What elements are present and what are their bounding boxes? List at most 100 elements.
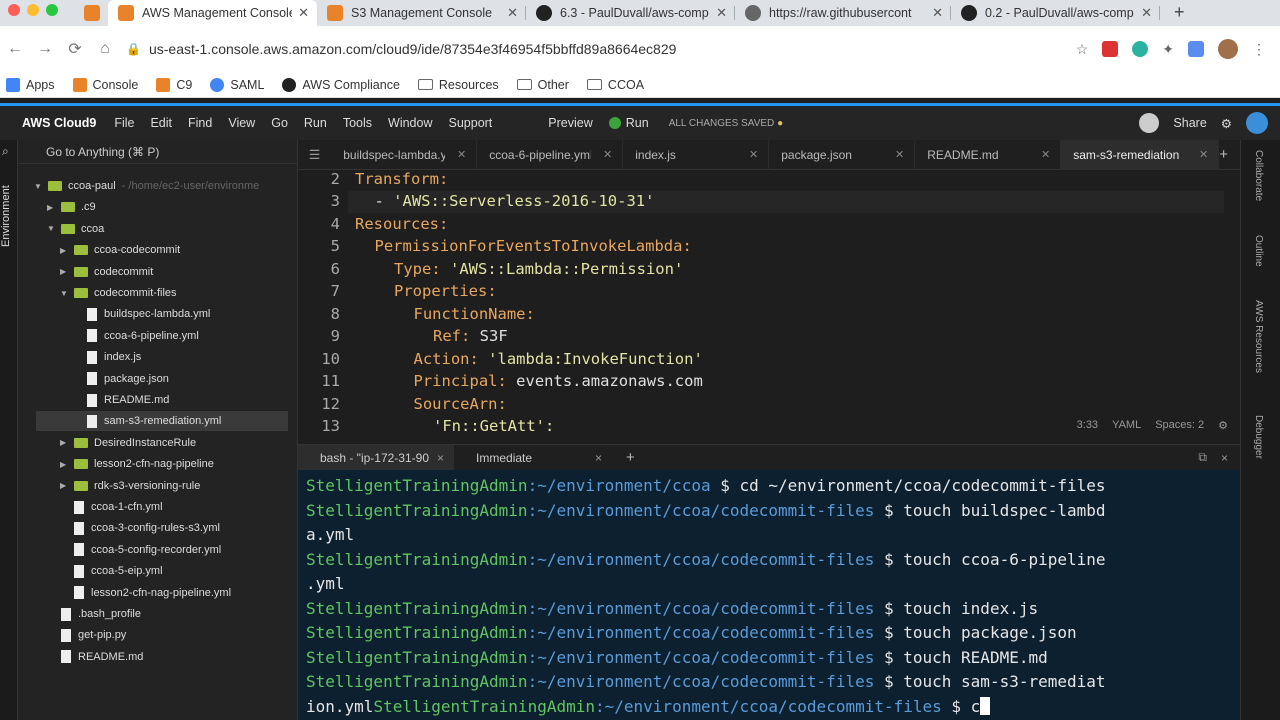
folder-node[interactable]: ▶ lesson2-cfn-nag-pipeline — [60, 454, 214, 474]
close-tab-icon[interactable]: ✕ — [895, 148, 904, 161]
editor-tab[interactable]: sam-s3-remediation ✕ — [1061, 139, 1220, 170]
file-node[interactable]: package.json — [73, 369, 169, 389]
bookmark-resources[interactable]: Resources — [417, 78, 499, 92]
new-tab-button[interactable]: + — [1174, 0, 1185, 26]
folder-node[interactable]: ▶ ccoa-codecommit — [60, 240, 180, 260]
browser-tab[interactable]: S3 Management Console ✕ — [317, 0, 526, 26]
file-node[interactable]: sam-s3-remediation.yml — [36, 411, 288, 432]
bookmark-console[interactable]: Console — [72, 77, 138, 92]
chevron-right-icon[interactable]: ▶ — [60, 481, 70, 490]
search-icon[interactable]: ⌕ — [2, 144, 9, 159]
bookmark-saml[interactable]: SAML — [210, 77, 264, 92]
editor-tab[interactable]: README.md ✕ — [915, 139, 1062, 170]
cloud9-brand[interactable]: AWS Cloud9 — [0, 116, 106, 130]
terminal-tab[interactable]: Immediate × — [454, 445, 612, 471]
preview-button[interactable]: Preview — [540, 116, 600, 130]
menu-tools[interactable]: Tools — [335, 116, 380, 130]
close-tab-icon[interactable]: ✕ — [457, 148, 466, 161]
go-to-anything-input[interactable]: Go to Anything (⌘ P) — [18, 140, 297, 164]
puzzle-extension-icon[interactable]: ✦ — [1162, 41, 1174, 58]
folder-node[interactable]: ▶ rdk-s3-versioning-rule — [60, 476, 200, 496]
bookmark-c9[interactable]: C9 — [156, 77, 192, 92]
editor-settings-gear-icon[interactable]: ⚙ — [1218, 419, 1228, 432]
file-node[interactable]: index.js — [73, 347, 141, 367]
close-pane-icon[interactable]: × — [1221, 451, 1228, 465]
new-editor-tab-button[interactable]: + — [1219, 146, 1240, 163]
gear-icon[interactable]: ⚙ — [1221, 116, 1232, 131]
folder-node[interactable]: ▼ ccoa — [47, 219, 104, 239]
avatar[interactable] — [1218, 39, 1238, 59]
run-button[interactable]: Run — [601, 116, 657, 130]
file-node[interactable]: ccoa-6-pipeline.yml — [73, 326, 199, 346]
tab-menu-icon[interactable]: ☰ — [298, 147, 331, 163]
file-node[interactable]: ccoa-1-cfn.yml — [60, 497, 163, 517]
new-terminal-tab-button[interactable]: + — [626, 449, 635, 466]
folder-node[interactable]: ▼ ccoa-paul - /home/ec2-user/environme — [34, 176, 259, 196]
close-tab-icon[interactable]: × — [437, 451, 444, 465]
close-tab-icon[interactable]: ✕ — [1141, 5, 1152, 21]
editor-tab[interactable]: ccoa-6-pipeline.yml ✕ — [477, 139, 624, 170]
folder-node[interactable]: ▼ codecommit-files — [60, 283, 177, 303]
code-editor[interactable]: 2 3 4 5 6 7 8 9 10 11 12 13 Transform: - 'AWS::Serve… — [298, 170, 1240, 438]
menu-run[interactable]: Run — [296, 116, 335, 130]
terminal[interactable]: StelligentTrainingAdmin:~/environment/cc… — [298, 470, 1240, 720]
close-tab-icon[interactable]: ✕ — [932, 5, 943, 21]
close-tab-icon[interactable]: ✕ — [298, 5, 309, 21]
user-avatar[interactable] — [1139, 113, 1160, 133]
panel-toggle-collaborate[interactable]: Collaborate — [1253, 150, 1264, 201]
menu-go[interactable]: Go — [263, 116, 296, 130]
menu-support[interactable]: Support — [441, 116, 501, 130]
chevron-right-icon[interactable]: ▶ — [60, 246, 70, 255]
menu-edit[interactable]: Edit — [142, 116, 180, 130]
editor-tab[interactable]: index.js ✕ — [623, 139, 770, 170]
url-field[interactable]: 🔒 us-east-1.console.aws.amazon.com/cloud… — [126, 41, 1076, 57]
file-node[interactable]: .bash_profile — [47, 604, 141, 624]
reload-icon[interactable]: ⟳ — [60, 39, 90, 59]
close-tab-icon[interactable]: ✕ — [1041, 148, 1050, 161]
back-icon[interactable]: ← — [0, 40, 30, 58]
chevron-down-icon[interactable]: ▼ — [47, 224, 57, 233]
maximize-pane-icon[interactable]: ⧉ — [1198, 450, 1207, 465]
browser-tab[interactable]: 0.2 - PaulDuvall/aws-comp ✕ — [951, 0, 1160, 26]
chevron-right-icon[interactable]: ▶ — [60, 460, 70, 469]
menu-file[interactable]: File — [106, 116, 142, 130]
chrome-menu-icon[interactable]: ⋮ — [1252, 41, 1266, 58]
bookmark-star-icon[interactable]: ☆ — [1076, 41, 1089, 58]
chevron-right-icon[interactable]: ▶ — [60, 438, 70, 447]
file-node[interactable]: lesson2-cfn-nag-pipeline.yml — [60, 583, 231, 603]
home-icon[interactable]: ⌂ — [90, 40, 120, 58]
teal-extension-icon[interactable] — [1132, 41, 1149, 57]
file-node[interactable]: ccoa-5-eip.yml — [60, 561, 163, 581]
folder-node[interactable]: ▶ DesiredInstanceRule — [60, 433, 196, 453]
close-tab-icon[interactable]: ✕ — [507, 5, 518, 21]
bookmark-other[interactable]: Other — [516, 78, 569, 92]
forward-icon[interactable]: → — [30, 40, 60, 58]
file-node[interactable]: get-pip.py — [47, 625, 126, 645]
panel-toggle-aws-resources[interactable]: AWS Resources — [1253, 300, 1264, 373]
bookmark-ccoa[interactable]: CCOA — [586, 78, 644, 92]
close-tab-icon[interactable]: × — [595, 451, 602, 465]
minimize-window-button[interactable] — [27, 4, 39, 16]
close-tab-icon[interactable]: ✕ — [749, 148, 758, 161]
syntax-mode[interactable]: YAML — [1112, 419, 1141, 432]
file-node[interactable]: buildspec-lambda.yml — [73, 304, 210, 324]
menu-window[interactable]: Window — [380, 116, 440, 130]
folder-node[interactable]: ▶ codecommit — [60, 262, 153, 282]
menu-view[interactable]: View — [220, 116, 263, 130]
chevron-down-icon[interactable]: ▼ — [60, 289, 70, 298]
blue-extension-icon[interactable] — [1188, 41, 1204, 57]
zoom-window-button[interactable] — [46, 4, 58, 16]
terminal-tab[interactable]: bash - "ip-172-31-90 × — [298, 444, 455, 471]
editor-tab[interactable]: package.json ✕ — [769, 139, 916, 170]
close-tab-icon[interactable]: ✕ — [1199, 148, 1208, 161]
chevron-right-icon[interactable]: ▶ — [60, 267, 70, 276]
browser-tab[interactable]: AWS Management Console ✕ — [108, 0, 317, 26]
indent-setting[interactable]: Spaces: 2 — [1155, 419, 1204, 432]
close-tab-icon[interactable]: ✕ — [603, 148, 612, 161]
share-button[interactable]: Share — [1173, 116, 1206, 130]
browser-tab[interactable]: 6.3 - PaulDuvall/aws-comp ✕ — [526, 0, 735, 26]
bookmark-apps[interactable]: Apps — [6, 77, 55, 92]
environment-panel-toggle[interactable]: Environment — [0, 176, 18, 256]
chevron-right-icon[interactable]: ▶ — [47, 203, 57, 212]
editor-tab[interactable]: buildspec-lambda.yr ✕ — [331, 139, 478, 170]
